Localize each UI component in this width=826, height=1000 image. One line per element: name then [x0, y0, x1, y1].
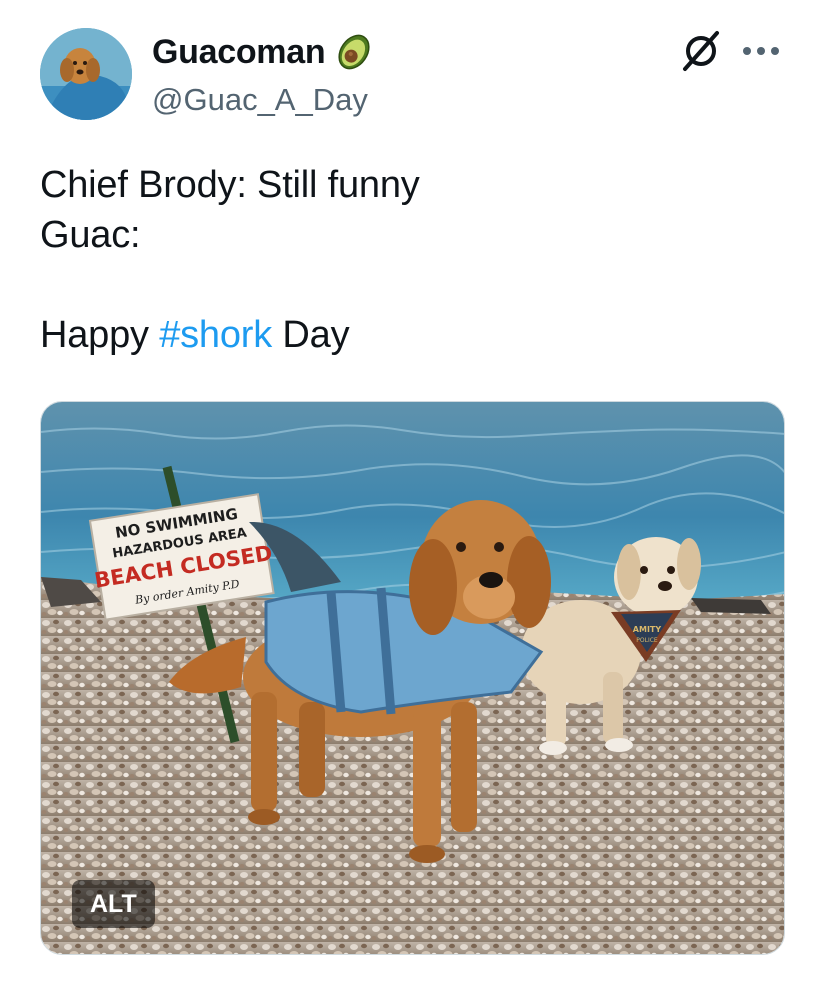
author-display-name-row[interactable]: Guacoman — [152, 30, 375, 74]
tweet-line-3-suffix: Day — [272, 314, 350, 356]
tweet-text: Chief Brody: Still funny Guac: Happy #sh… — [40, 160, 780, 360]
author-avatar[interactable] — [40, 28, 132, 120]
tweet-line-2: Guac: — [40, 214, 141, 256]
tweet-media-image[interactable]: NO SWIMMING HAZARDOUS AREA BEACH CLOSED … — [40, 401, 785, 955]
hashtag-link[interactable]: #shork — [159, 314, 272, 356]
more-horizontal-icon — [741, 44, 781, 62]
alt-text-badge[interactable]: ALT — [72, 880, 155, 928]
bandana-line-1: AMITY — [633, 625, 662, 634]
grok-button[interactable] — [676, 28, 726, 78]
avatar-dog-photo — [40, 28, 132, 120]
tweet-line-3-prefix: Happy — [40, 314, 160, 356]
more-options-button[interactable] — [736, 28, 786, 78]
avocado-icon — [333, 31, 375, 73]
grok-icon — [679, 29, 723, 78]
tweet-line-3: Happy #shork Day — [40, 310, 780, 360]
author-display-name[interactable]: Guacoman — [152, 30, 326, 74]
tweet-line-1: Chief Brody: Still funny — [40, 164, 420, 206]
bandana-line-2: POLICE — [636, 637, 658, 644]
author-handle[interactable]: @Guac_A_Day — [152, 80, 368, 120]
